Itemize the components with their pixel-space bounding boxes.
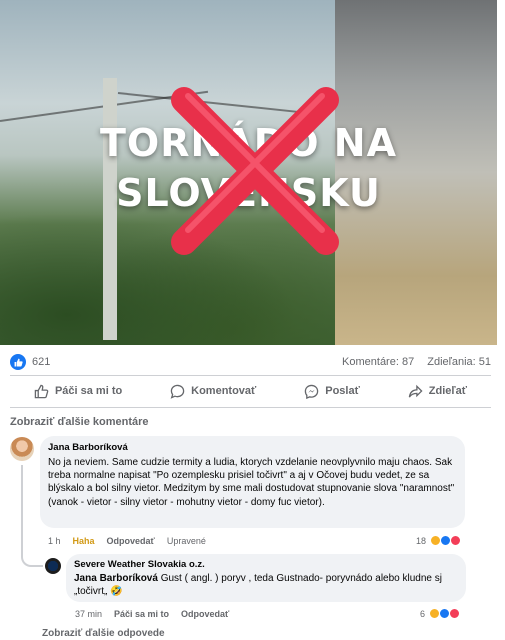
comment-bubble-icon [170,384,185,399]
show-more-replies-link[interactable]: Zobraziť ďalšie odpovede [42,628,165,639]
reply-time[interactable]: 37 min [75,609,102,619]
comment-bubble: Jana Barboríková No ja neviem. Same cudz… [40,436,465,528]
reply-button[interactable]: Odpovedať [107,536,155,546]
comment-reactions[interactable]: 18 [416,535,462,546]
like-button[interactable]: Páči sa mi to [34,381,122,401]
send-label: Poslať [325,385,360,397]
post-stats: 621 Komentáre: 87 Zdieľania: 51 [10,353,491,371]
thread-line [21,465,23,553]
reply-meta: 37 min Páči sa mi to Odpovedať [75,609,241,619]
comment-reaction-count: 18 [416,535,427,546]
messenger-icon [304,384,319,399]
red-x-icon [171,87,339,255]
shares-count[interactable]: Zdieľania: 51 [427,356,491,368]
thumbs-up-icon [34,384,49,398]
share-arrow-icon [408,384,423,397]
comment-author[interactable]: Jana Barboríková [48,442,457,453]
reply-reply-button[interactable]: Odpovedať [181,609,229,619]
avatar[interactable] [10,437,34,461]
comment-meta: 1 h Haha Odpovedať Upravené [48,536,218,546]
page-avatar[interactable] [45,558,61,574]
send-button[interactable]: Poslať [304,381,360,401]
divider [10,375,491,376]
reply-like-button[interactable]: Páči sa mi to [114,609,169,619]
love-icon [449,608,461,619]
love-icon [450,535,462,546]
divider [10,407,491,408]
reply-reaction-count: 6 [420,608,426,619]
reply-connector [21,553,43,567]
share-button[interactable]: Zdieľať [408,381,467,401]
post-actions: Páči sa mi to Komentovať Poslať Zdieľať [10,381,491,401]
mention-link[interactable]: Jana Barboríková [74,573,158,584]
comment-time[interactable]: 1 h [48,536,61,546]
reactions-count[interactable]: 621 [32,356,50,368]
comment-button[interactable]: Komentovať [170,381,256,401]
like-label: Páči sa mi to [54,385,123,397]
edited-label: Upravené [166,536,206,546]
haha-reaction-button[interactable]: Haha [73,536,95,546]
comment-label: Komentovať [191,385,257,397]
show-more-comments-link[interactable]: Zobraziť ďalšie komentáre [10,416,149,428]
post-video[interactable]: TORNÁDO NA SLOVENSKU [0,0,497,345]
comments-count[interactable]: Komentáre: 87 [342,356,414,368]
reply-reactions[interactable]: 6 [420,608,461,619]
like-reaction-icon[interactable] [10,354,26,370]
comment-text: No ja neviem. Same cudzie termity a ludi… [48,457,455,508]
share-label: Zdieľať [428,385,468,397]
reply-bubble: Severe Weather Slovakia o.z. Jana Barbor… [66,554,466,602]
reply-author[interactable]: Severe Weather Slovakia o.z. [74,559,458,570]
